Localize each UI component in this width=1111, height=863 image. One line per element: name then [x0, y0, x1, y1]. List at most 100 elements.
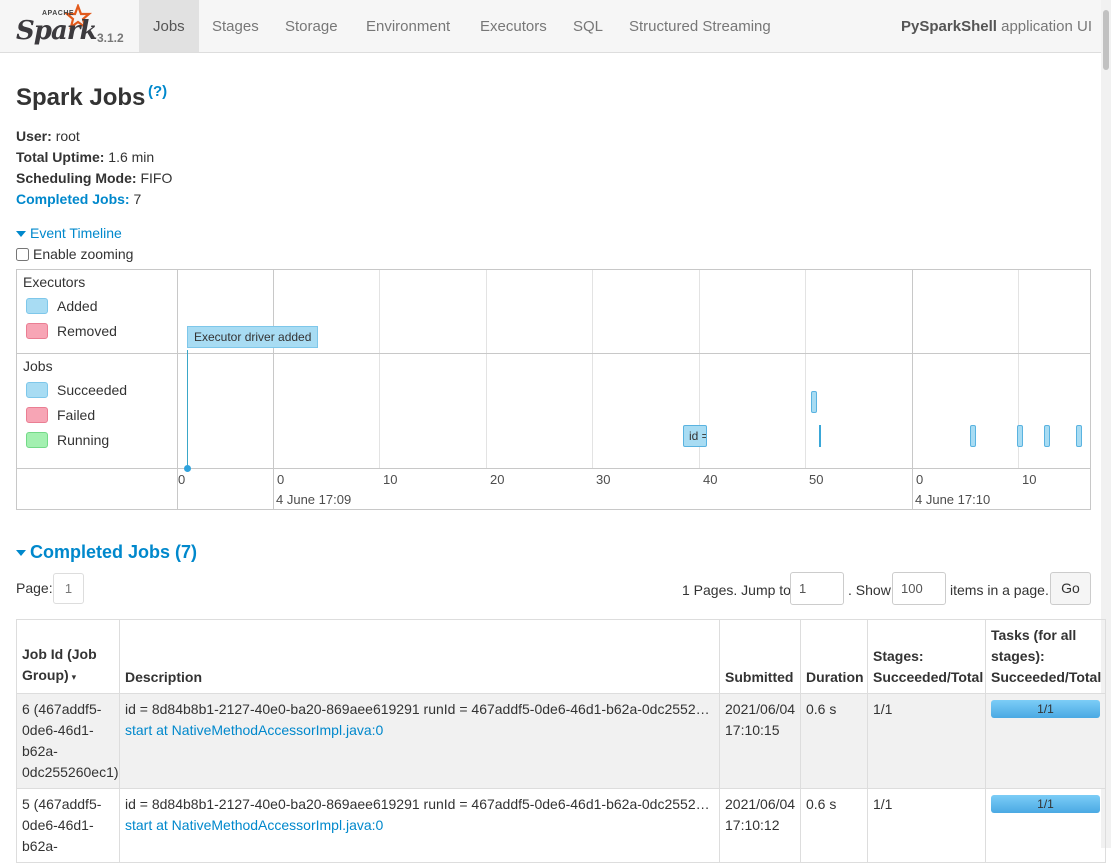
- help-link[interactable]: (?): [148, 83, 167, 100]
- tab-stages[interactable]: Stages: [198, 0, 273, 52]
- cell-description: id = 8d84b8b1-2127-40e0-ba20-869aee61929…: [119, 693, 720, 789]
- legend-removed: Removed: [26, 323, 117, 339]
- event-timeline-label: Event Timeline: [30, 225, 122, 241]
- column-header-submitted[interactable]: Submitted: [719, 619, 801, 694]
- column-header-label: Stages: Succeeded/Total: [873, 648, 984, 685]
- completed-jobs-title: Completed Jobs (7): [30, 542, 198, 562]
- column-header-description[interactable]: Description: [119, 619, 720, 694]
- column-header-label: Job Id (Job Group): [22, 646, 97, 683]
- column-header-duration[interactable]: Duration: [800, 619, 868, 694]
- go-button[interactable]: Go: [1050, 572, 1091, 605]
- event-timeline[interactable]: Executors Added Removed Jobs Succeeded F…: [16, 269, 1091, 510]
- column-header-label: Description: [125, 669, 203, 685]
- column-header-label: Tasks (for all stages): Succeeded/Total: [991, 627, 1102, 685]
- enable-zooming-checkbox[interactable]: [16, 248, 29, 261]
- axis-tick-label: 10: [383, 472, 398, 487]
- event-timeline-toggle[interactable]: Event Timeline: [16, 225, 122, 241]
- column-header-stages[interactable]: Stages: Succeeded/Total: [867, 619, 986, 694]
- axis-tick-label: 50: [809, 472, 824, 487]
- legend-swatch-added: [26, 298, 48, 314]
- tab-executors[interactable]: Executors: [466, 0, 561, 52]
- job-event-bar[interactable]: [811, 391, 817, 413]
- column-header-label: Submitted: [725, 669, 794, 685]
- table-row: 5 (467addf5-0de6-46d1-b62a- id = 8d84b8b…: [16, 788, 1106, 863]
- top-navbar: APACHE Spark 3.1.2 Jobs Stages Storage E…: [0, 0, 1111, 53]
- executor-event-dot: [184, 465, 191, 472]
- caret-down-icon: [16, 550, 26, 557]
- grid-major-line: [912, 270, 913, 509]
- cell-job-id: 6 (467addf5-0de6-46d1-b62a-0dc255260ec1): [16, 693, 120, 789]
- job-event-bar[interactable]: [1017, 425, 1023, 447]
- cell-stages: 1/1: [867, 788, 986, 863]
- cell-duration: 0.6 s: [800, 693, 868, 789]
- job-event-box[interactable]: id =: [683, 425, 707, 447]
- page-number-button[interactable]: 1: [53, 573, 84, 604]
- tab-jobs[interactable]: Jobs: [139, 0, 199, 52]
- legend-succeeded: Succeeded: [26, 382, 127, 398]
- tasks-progress-bar: 1/1: [991, 700, 1100, 718]
- description-text: id = 8d84b8b1-2127-40e0-ba20-869aee61929…: [125, 701, 714, 717]
- cell-tasks: 1/1: [985, 693, 1106, 789]
- job-detail-link[interactable]: start at NativeMethodAccessorImpl.java:0: [125, 817, 383, 833]
- tab-environment[interactable]: Environment: [352, 0, 464, 52]
- jump-to-page-input[interactable]: [790, 572, 844, 605]
- job-event-bar[interactable]: [819, 425, 821, 447]
- job-event-bar[interactable]: [970, 425, 976, 447]
- legend-swatch-running: [26, 432, 48, 448]
- summary-user: User: root: [16, 126, 172, 147]
- cell-submitted: 2021/06/04 17:10:12: [719, 788, 801, 863]
- cell-stages: 1/1: [867, 693, 986, 789]
- page-label: Page:: [16, 580, 53, 596]
- executor-driver-added-event[interactable]: Executor driver added: [187, 326, 319, 348]
- axis-tick-label: 30: [596, 472, 611, 487]
- scrollbar-thumb[interactable]: [1103, 10, 1109, 70]
- grid-line: [486, 270, 487, 469]
- axis-tick-label: 40: [703, 472, 718, 487]
- app-suffix: application UI: [996, 18, 1092, 35]
- tab-storage[interactable]: Storage: [271, 0, 352, 52]
- enable-zooming-label: Enable zooming: [33, 246, 134, 262]
- completed-jobs-table: Job Id (Job Group) ▾ Description Submitte…: [16, 619, 1106, 863]
- app-title: PySparkShell application UI: [901, 0, 1092, 54]
- jobs-group-title: Jobs: [23, 358, 53, 374]
- cell-tasks: 1/1: [985, 788, 1106, 863]
- job-detail-link[interactable]: start at NativeMethodAccessorImpl.java:0: [125, 722, 383, 738]
- enable-zooming-row[interactable]: Enable zooming: [16, 246, 133, 262]
- summary-uptime: Total Uptime: 1.6 min: [16, 147, 172, 168]
- mode-label: Scheduling Mode:: [16, 170, 137, 186]
- spark-version: 3.1.2: [97, 31, 124, 45]
- timeline-axis-line: [17, 468, 1090, 469]
- axis-tick-label: 0: [277, 472, 285, 487]
- job-event-bar[interactable]: [1076, 425, 1082, 447]
- column-header-job-id[interactable]: Job Id (Job Group) ▾: [16, 619, 120, 694]
- job-event-bar[interactable]: [1044, 425, 1050, 447]
- column-header-label: Duration: [806, 669, 864, 685]
- legend-failed: Failed: [26, 407, 95, 423]
- mode-value: FIFO: [140, 170, 173, 186]
- spark-logo[interactable]: APACHE Spark 3.1.2: [14, 4, 134, 48]
- items-per-page-text: items in a page.: [950, 582, 1049, 598]
- completed-jobs-link[interactable]: Completed Jobs:: [16, 191, 130, 207]
- column-header-tasks[interactable]: Tasks (for all stages): Succeeded/Total: [985, 619, 1106, 694]
- grid-line: [592, 270, 593, 469]
- cell-submitted: 2021/06/04 17:10:15: [719, 693, 801, 789]
- legend-running: Running: [26, 432, 109, 448]
- summary-mode: Scheduling Mode: FIFO: [16, 168, 172, 189]
- legend-swatch-removed: [26, 323, 48, 339]
- tab-sql[interactable]: SQL: [559, 0, 617, 52]
- completed-jobs-section-toggle[interactable]: Completed Jobs (7): [16, 542, 197, 563]
- show-text: . Show: [848, 582, 891, 598]
- cell-description: id = 8d84b8b1-2127-40e0-ba20-869aee61929…: [119, 788, 720, 863]
- tab-structured-streaming[interactable]: Structured Streaming: [615, 0, 785, 52]
- page-size-input[interactable]: [892, 572, 946, 605]
- legend-running-label: Running: [57, 432, 110, 448]
- axis-tick-label: 0: [178, 472, 186, 487]
- sort-desc-icon[interactable]: ▾: [72, 672, 77, 682]
- pages-count-text: 1 Pages. Jump to: [682, 582, 791, 598]
- legend-swatch-failed: [26, 407, 48, 423]
- axis-tick-label: 20: [490, 472, 505, 487]
- user-label: User:: [16, 128, 52, 144]
- axis-major-label: 4 June 17:09: [276, 492, 352, 507]
- axis-tick-label: 10: [1022, 472, 1037, 487]
- grid-major-line: [273, 270, 274, 509]
